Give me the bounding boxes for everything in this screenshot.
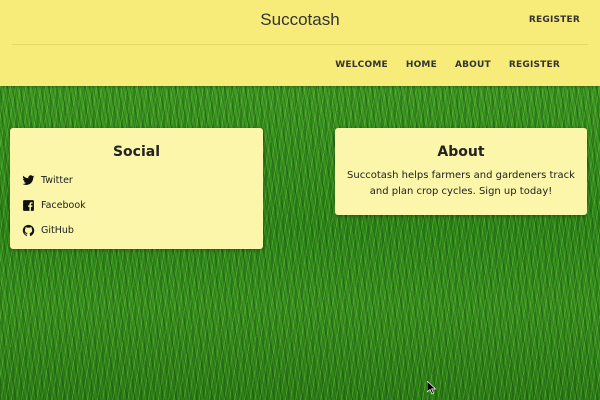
nav-home[interactable]: HOME xyxy=(406,60,437,70)
social-list: Twitter Facebook GitHub xyxy=(10,168,263,243)
register-link-top[interactable]: REGISTER xyxy=(529,15,580,25)
twitter-icon xyxy=(22,175,35,185)
social-item-github[interactable]: GitHub xyxy=(22,218,263,243)
about-card: About Succotash helps farmers and garden… xyxy=(335,128,587,215)
about-text: Succotash helps farmers and gardeners tr… xyxy=(347,170,575,197)
site-title: Succotash xyxy=(260,10,340,29)
nav-welcome[interactable]: WELCOME xyxy=(335,60,388,70)
social-item-facebook[interactable]: Facebook xyxy=(22,193,263,218)
social-label-github: GitHub xyxy=(41,225,74,236)
about-title: About xyxy=(437,144,485,160)
mouse-cursor-icon xyxy=(427,381,437,395)
main-nav: WELCOME HOME ABOUT REGISTER xyxy=(317,60,560,70)
nav-register[interactable]: REGISTER xyxy=(509,60,560,70)
site-header: Succotash REGISTER WELCOME HOME ABOUT RE… xyxy=(0,0,600,86)
header-divider xyxy=(12,44,588,45)
social-label-facebook: Facebook xyxy=(41,200,86,211)
facebook-icon xyxy=(23,200,34,211)
social-item-twitter[interactable]: Twitter xyxy=(22,168,263,193)
social-card: Social Twitter Facebook GitHub xyxy=(10,128,263,249)
github-icon xyxy=(22,224,35,237)
social-label-twitter: Twitter xyxy=(41,175,73,186)
social-title: Social xyxy=(112,144,161,160)
nav-about[interactable]: ABOUT xyxy=(455,60,491,70)
